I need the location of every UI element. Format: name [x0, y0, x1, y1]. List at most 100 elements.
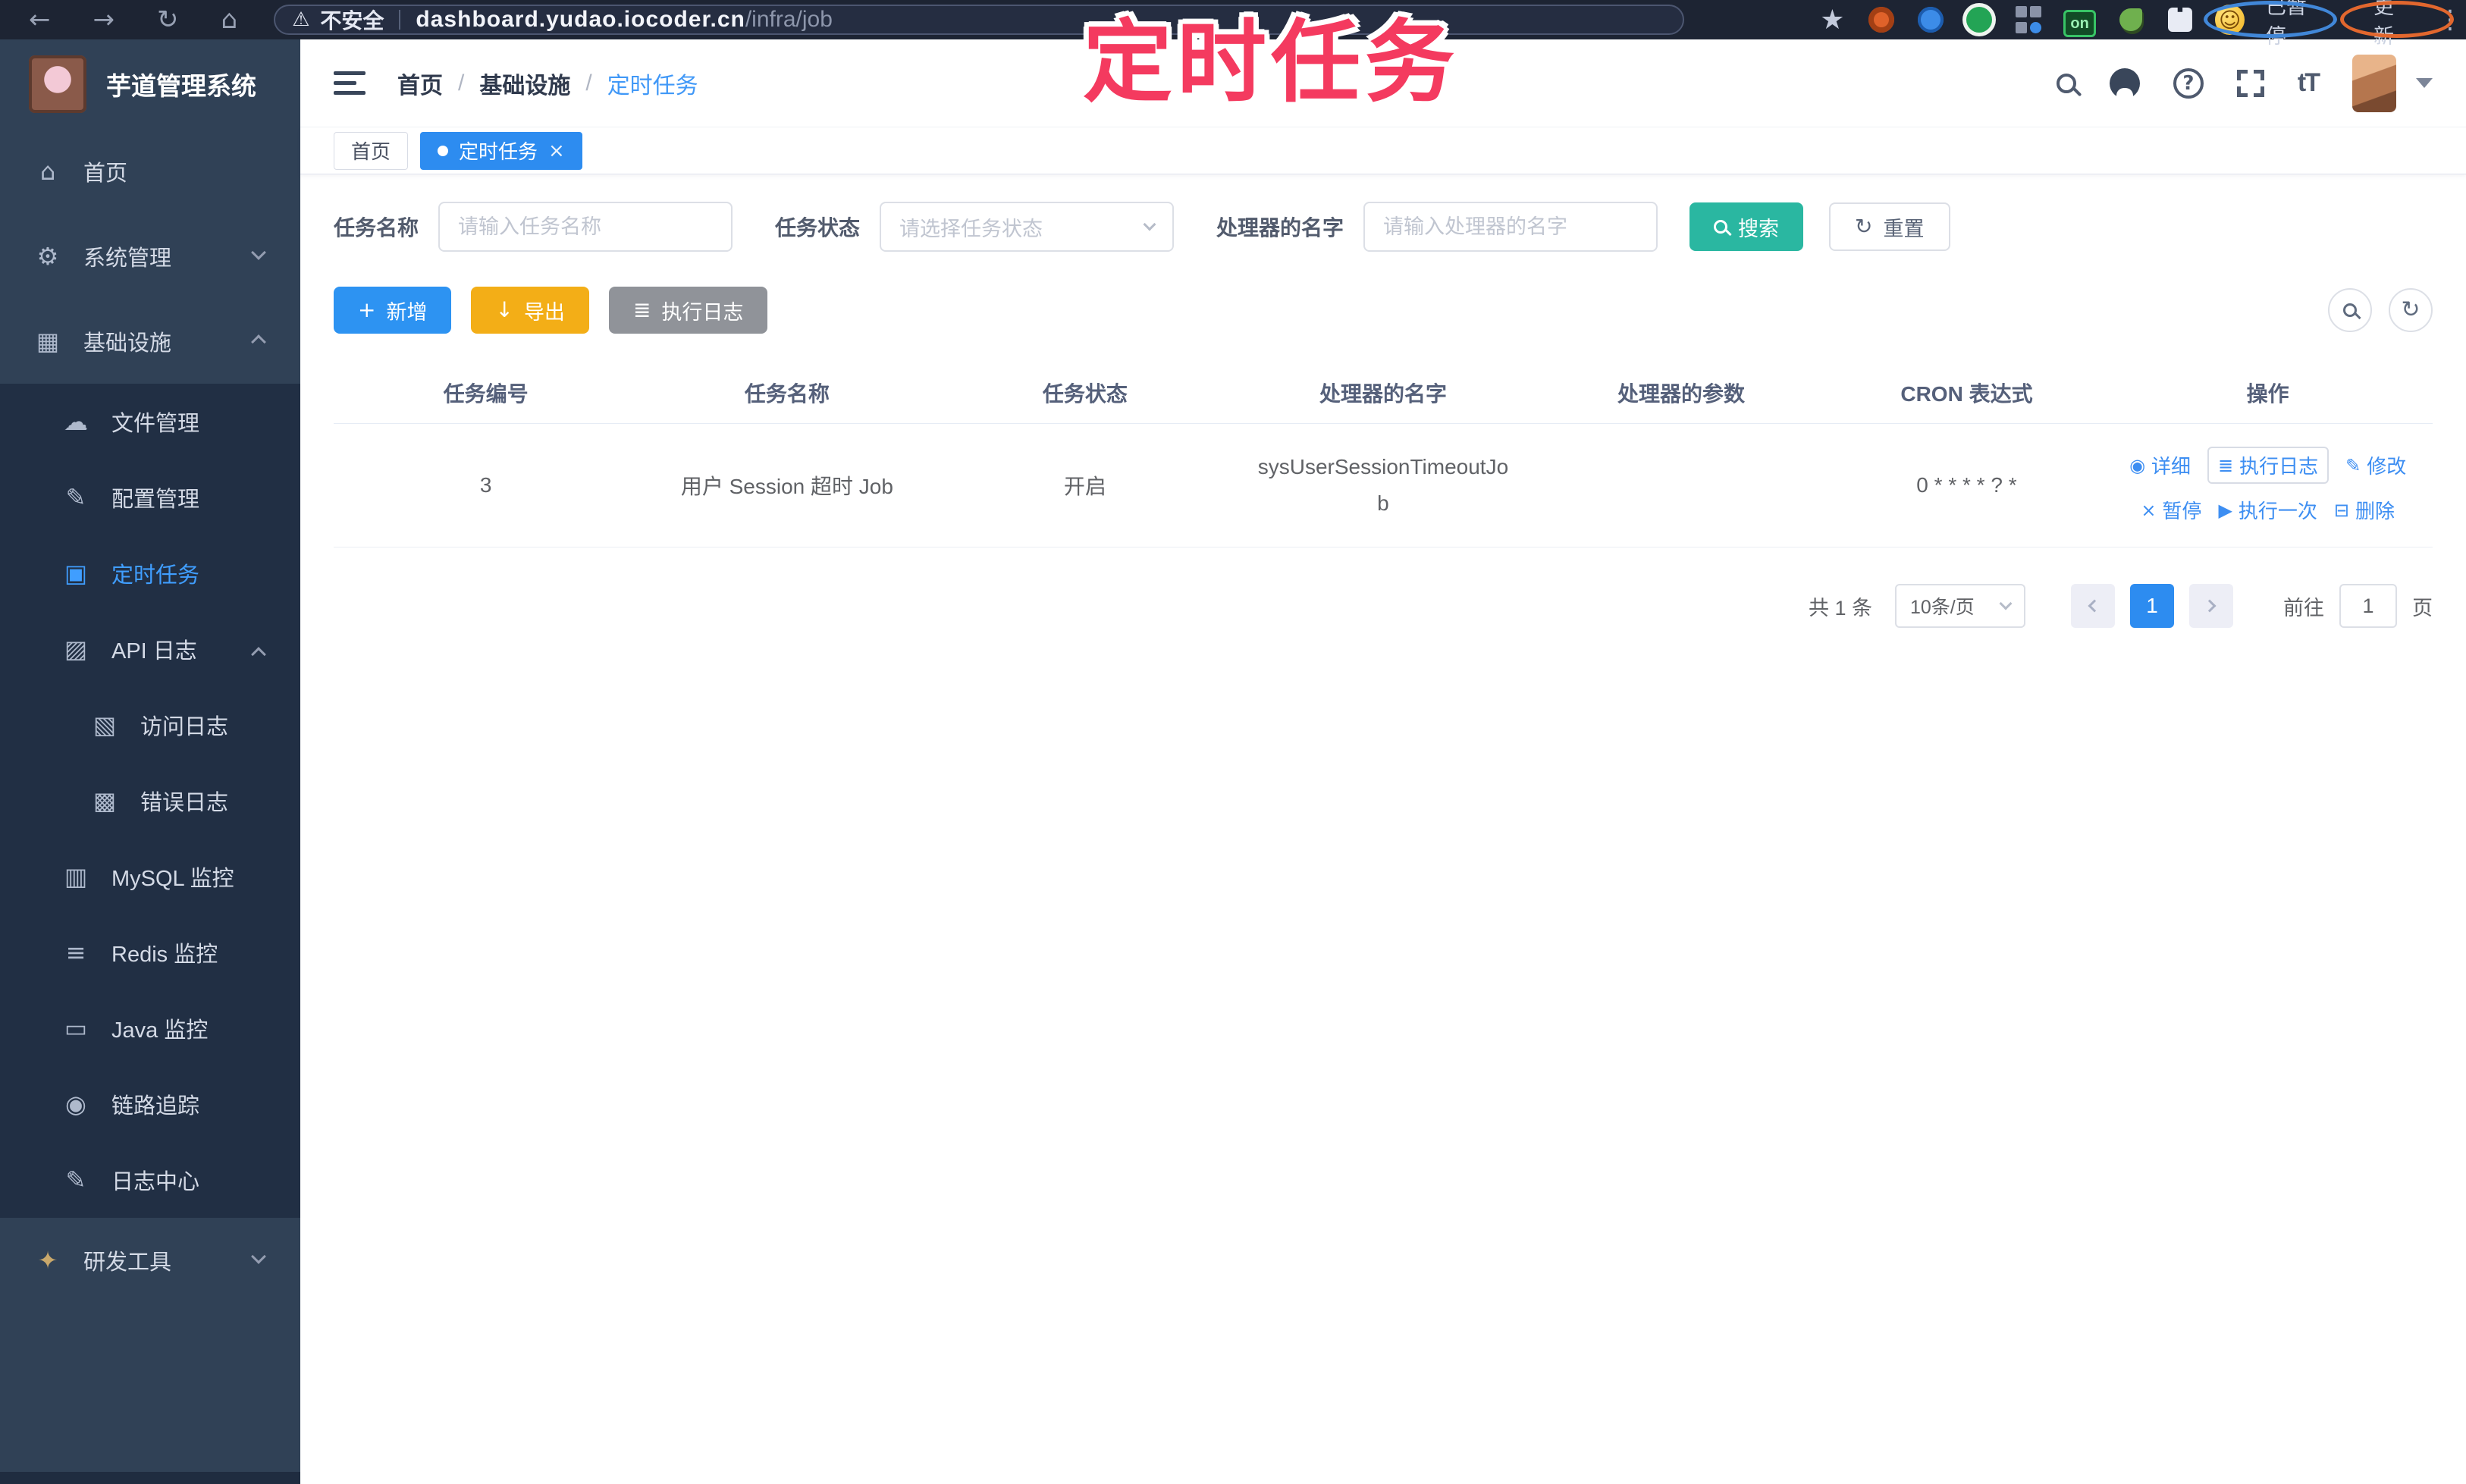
extensions-puzzle-icon[interactable] [2166, 5, 2195, 34]
sidebar-item-dev-tools[interactable]: ✦ 研发工具 [0, 1218, 300, 1303]
search-button[interactable]: 搜索 [1689, 202, 1804, 251]
handler-name-input[interactable] [1363, 202, 1658, 252]
sidebar-item-home[interactable]: ⌂ 首页 [0, 129, 300, 214]
sidebar-item-tracing[interactable]: ◉ 链路追踪 [0, 1066, 300, 1142]
sidebar-item-label: 文件管理 [111, 412, 200, 436]
sidebar-item-redis-monitor[interactable]: ≡ Redis 监控 [0, 915, 300, 990]
job-log-link[interactable]: ≣ 执行日志 [2207, 447, 2330, 484]
infrastructure-icon: ▦ [36, 327, 60, 356]
address-bar[interactable]: ⚠ 不安全 dashboard.yudao.iocoder.cn /infra/… [274, 5, 1685, 35]
chevron-left-icon [2088, 599, 2101, 613]
run-once-link[interactable]: ▶ 执行一次 [2218, 496, 2317, 524]
tab-scheduled-jobs[interactable]: 定时任务 × [420, 131, 582, 170]
edit-link[interactable]: ✎ 修改 [2345, 451, 2406, 479]
export-button[interactable]: ↓ 导出 [471, 287, 589, 334]
delete-link[interactable]: ⊟ 删除 [2334, 496, 2395, 524]
sidebar-item-label: 首页 [83, 162, 128, 186]
main-area: 首页 / 基础设施 / 定时任务 ? tT 首页 定时任务 × 任务名称 请输入… [300, 39, 2466, 1484]
add-button-label: 新增 [386, 300, 428, 324]
not-secure-label: 不安全 [320, 9, 384, 33]
sidebar-item-error-log[interactable]: ▩ 错误日志 [0, 763, 300, 839]
extension-green-icon[interactable] [1966, 5, 1994, 34]
breadcrumb-infrastructure[interactable]: 基础设施 [479, 67, 570, 100]
sidebar-bottom-strip [0, 1472, 300, 1484]
goto-page-input[interactable] [2339, 584, 2397, 628]
next-page-button[interactable] [2189, 584, 2233, 628]
browser-reload-icon[interactable]: ↻ [157, 7, 179, 33]
user-menu-caret-icon[interactable] [2416, 78, 2433, 88]
extension-on-icon[interactable]: on [2063, 10, 2096, 37]
navbar-actions: ? tT [2056, 54, 2433, 112]
page-size-select[interactable]: 10条/页 [1895, 584, 2025, 628]
column-actions: 操作 [2246, 382, 2289, 406]
extension-grid-icon[interactable] [2015, 5, 2043, 34]
browser-menu-icon[interactable]: ⋮ [2434, 5, 2466, 35]
chevron-down-icon [1999, 597, 2013, 610]
github-icon[interactable] [2109, 67, 2140, 100]
chevron-down-icon [251, 1249, 266, 1264]
cell-job-status: 开启 [936, 423, 1235, 547]
refresh-table-button[interactable]: ↻ [2389, 288, 2433, 332]
job-status-select[interactable]: 请选择任务状态 [880, 202, 1175, 252]
sidebar-item-log-center[interactable]: ✎ 日志中心 [0, 1142, 300, 1218]
update-button[interactable]: 更新 [2373, 0, 2413, 49]
cloud-icon: ☁ [64, 407, 88, 436]
close-icon[interactable]: × [548, 140, 565, 162]
prev-page-button[interactable] [2071, 584, 2115, 628]
user-avatar[interactable] [2352, 54, 2396, 112]
not-secure-icon: ⚠ [292, 8, 310, 31]
toggle-search-button[interactable] [2328, 288, 2372, 332]
fullscreen-icon[interactable] [2236, 69, 2264, 97]
log-icon: ≣ [632, 297, 651, 322]
breadcrumb-separator: / [458, 70, 465, 96]
page-number-button[interactable]: 1 [2130, 584, 2174, 628]
sidebar-item-label: 访问日志 [140, 715, 229, 739]
cell-handler-name: sysUserSessionTimeoutJob [1234, 423, 1533, 547]
search-icon[interactable] [2056, 73, 2076, 93]
column-handler-name: 处理器的名字 [1319, 382, 1447, 406]
add-button[interactable]: + 新增 [334, 287, 452, 334]
chevron-down-icon [1143, 218, 1156, 231]
page-size-value: 10条/页 [1910, 597, 1975, 618]
help-icon[interactable]: ? [2173, 67, 2204, 99]
sidebar-item-access-log[interactable]: ▧ 访问日志 [0, 687, 300, 763]
tab-label: 首页 [351, 140, 391, 163]
font-size-icon[interactable]: tT [2298, 68, 2320, 98]
sidebar-item-java-monitor[interactable]: ▭ Java 监控 [0, 990, 300, 1066]
execution-log-button[interactable]: ≣ 执行日志 [608, 287, 768, 334]
url-domain: dashboard.yudao.iocoder.cn [416, 7, 745, 32]
browser-back-icon[interactable]: ← [29, 7, 51, 33]
column-cron: CRON 表达式 [1900, 382, 2033, 406]
sidebar-item-scheduled-jobs[interactable]: ▣ 定时任务 [0, 535, 300, 611]
sidebar-item-config-mgmt[interactable]: ✎ 配置管理 [0, 460, 300, 535]
extension-orange-icon[interactable] [1868, 5, 1896, 34]
page-content: 任务名称 任务状态 请选择任务状态 处理器的名字 搜索 ↻ 重置 + [300, 174, 2466, 628]
gear-icon: ⚙ [36, 242, 59, 271]
reset-button[interactable]: ↻ 重置 [1829, 202, 1950, 251]
detail-link[interactable]: ◉ 详细 [2129, 451, 2191, 479]
sidebar-toggle-icon[interactable] [334, 71, 366, 95]
bookmark-star-icon[interactable]: ★ [1818, 5, 1846, 36]
browser-forward-icon[interactable]: → [93, 7, 115, 33]
pause-link[interactable]: × 暂停 [2141, 496, 2201, 524]
extension-blue-icon[interactable] [1916, 5, 1944, 34]
profile-avatar-icon[interactable]: ☺ [2215, 5, 2245, 35]
extension-leaf-icon[interactable] [2117, 5, 2145, 34]
download-icon: ↓ [495, 297, 513, 322]
sidebar-item-file-mgmt[interactable]: ☁ 文件管理 [0, 384, 300, 460]
sidebar-item-system-mgmt[interactable]: ⚙ 系统管理 [0, 214, 300, 299]
browser-home-icon[interactable]: ⌂ [221, 7, 238, 33]
reset-button-label: 重置 [1883, 217, 1925, 240]
pagination: 共 1 条 10条/页 1 前往 页 [334, 584, 2433, 628]
cell-job-name: 用户 Session 超时 Job [638, 423, 937, 547]
sidebar-item-label: API 日志 [111, 639, 197, 664]
tab-home[interactable]: 首页 [334, 131, 409, 170]
table-header-row: 任务编号 任务名称 任务状态 处理器的名字 处理器的参数 CRON 表达式 操作 [334, 359, 2433, 424]
browser-extensions: ★ on ☺ 已暂停 更新 ⋮ [1818, 0, 2466, 48]
sidebar-item-api-log[interactable]: ▨ API 日志 [0, 611, 300, 687]
sidebar-item-mysql-monitor[interactable]: ▥ MySQL 监控 [0, 839, 300, 915]
sidebar-item-label: 配置管理 [111, 488, 200, 512]
breadcrumb-home[interactable]: 首页 [397, 67, 443, 100]
job-name-input[interactable] [438, 202, 733, 252]
sidebar-item-infrastructure[interactable]: ▦ 基础设施 [0, 299, 300, 384]
